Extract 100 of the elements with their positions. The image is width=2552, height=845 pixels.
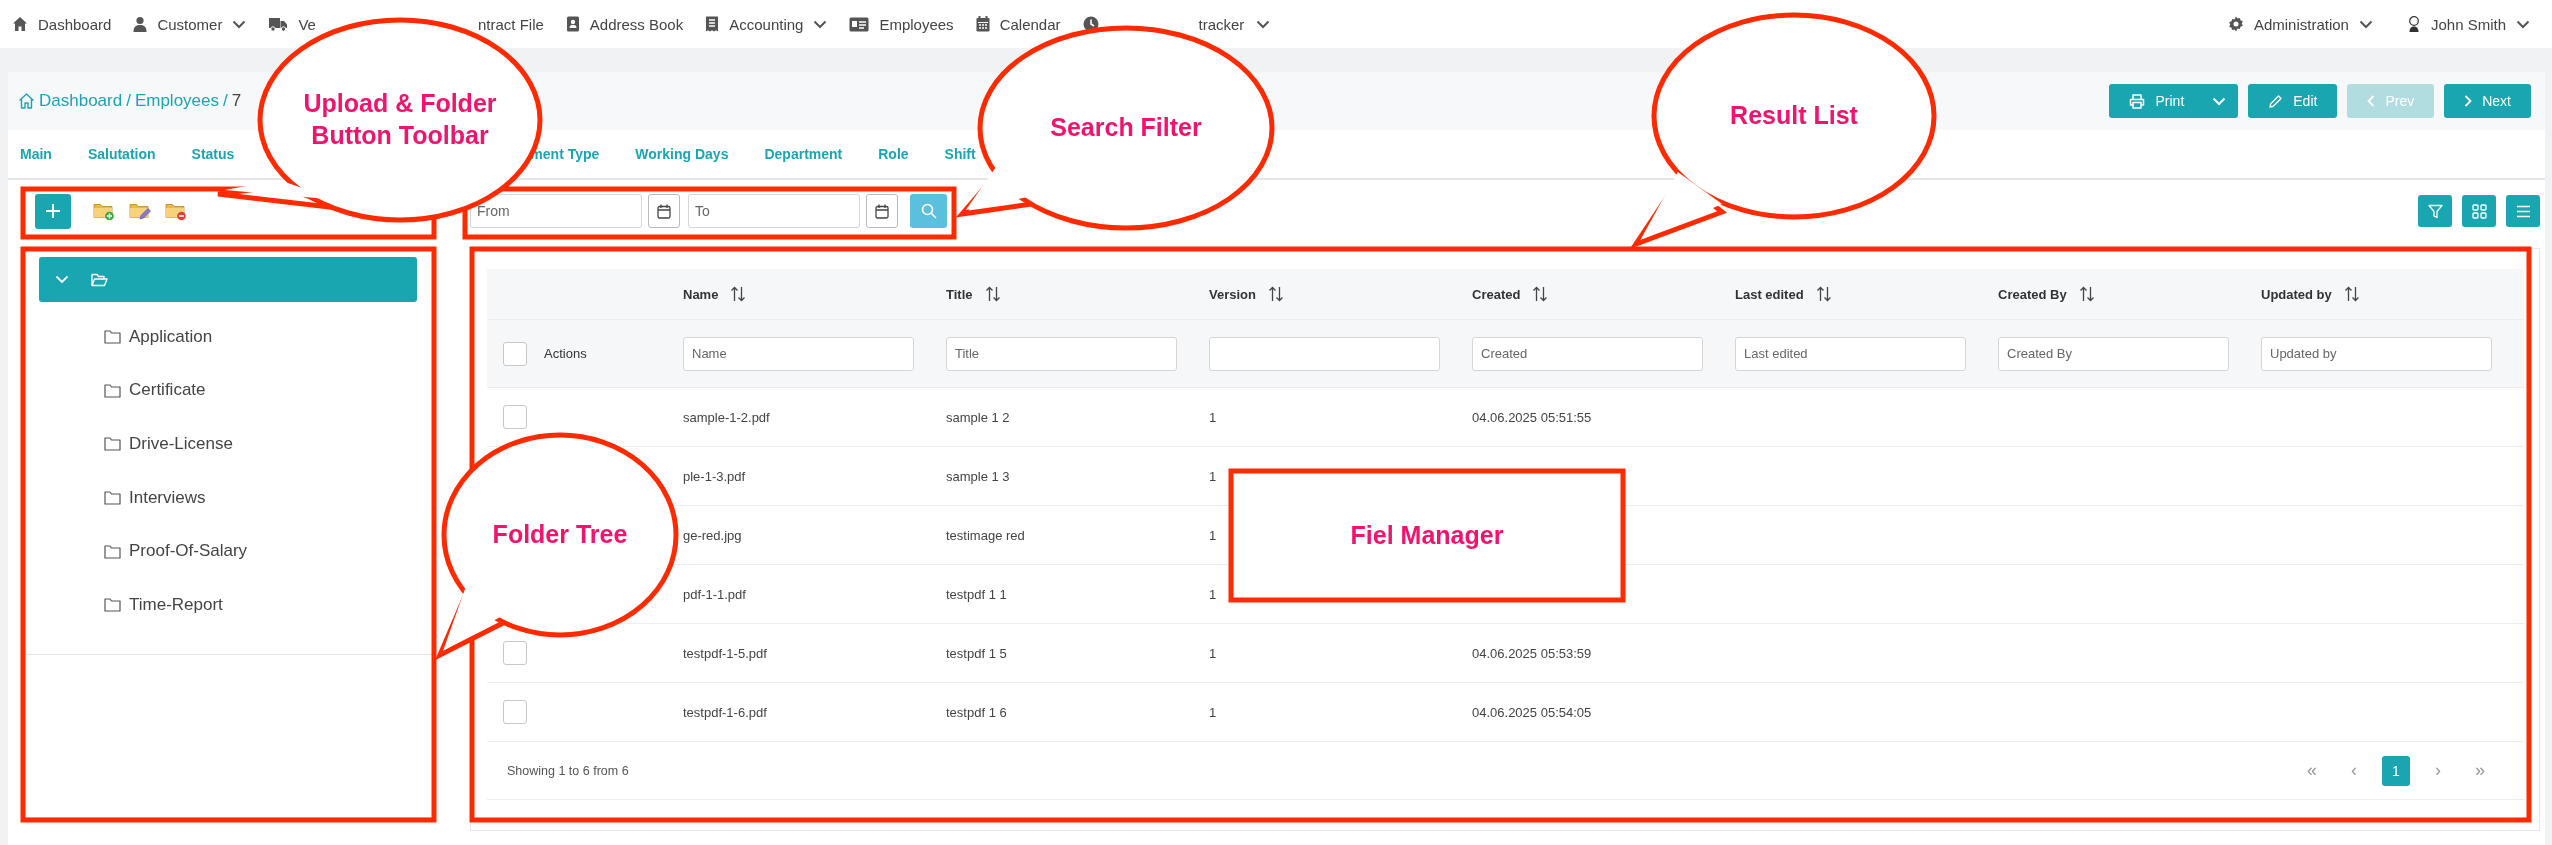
filter-field[interactable] [1209,336,1440,371]
sort-icon[interactable] [2343,286,2360,302]
callout-label: Fiel Manager [1350,520,1504,549]
sort-icon[interactable] [1815,286,1832,302]
folder-delete-icon [165,201,187,221]
select-all-checkbox[interactable] [503,341,527,366]
column-header[interactable]: Created [1472,286,1521,302]
tree-item[interactable]: Certificate [104,363,432,418]
grid-view-button[interactable] [2462,195,2496,227]
breadcrumb-separator: / [126,91,131,111]
sort-icon[interactable] [730,286,747,302]
avatar-icon [2406,16,2421,32]
grid-icon [2471,203,2487,219]
folder-icon [104,382,121,398]
folder-icon [104,597,121,613]
callout-label: Search Filter [1050,113,1202,141]
tree-item[interactable]: Interviews [104,470,432,525]
table-cell: 04.06.2025 05:54:05 [1472,704,1592,720]
folder-add-icon [93,201,115,221]
open-folder-icon [91,272,108,287]
dropdown-toggle[interactable] [2200,84,2239,118]
nav-link[interactable]: Calendar [975,15,1061,33]
nav-link[interactable]: John Smith [2406,15,2530,33]
filter-field[interactable]: Created By [1998,336,2229,371]
chevron-down-icon [55,275,69,284]
filter-field[interactable]: Created [1472,336,1703,371]
calendar-icon [875,203,889,219]
tree-item[interactable]: Time-Report [104,577,432,632]
table-cell: 1 [1209,468,1217,484]
breadcrumb-separator: / [223,91,228,111]
column-header[interactable]: Created By [1998,286,2067,302]
table-cell: 1 [1209,704,1217,720]
sort-icon[interactable] [1532,286,1549,302]
table-cell: ple-1-3.pdf [683,468,746,484]
date-field[interactable]: To [688,194,860,228]
tree-item[interactable]: Proof-Of-Salary [104,524,432,578]
tree-item[interactable]: Drive-License [104,417,432,471]
chevron-down-icon [232,19,247,29]
filter-button[interactable] [2418,195,2452,227]
id-card-icon [849,16,870,32]
table-cell: testimage red [946,527,1025,543]
user-icon [133,16,148,32]
filter-field[interactable]: Last edited [1735,336,1966,371]
folder-icon [104,329,121,345]
calendar-button[interactable] [866,194,898,228]
nav-link[interactable]: Ve [268,15,316,33]
table-cell: 1 [1209,527,1217,543]
table-cell: testpdf 1 5 [946,645,1007,661]
home-icon [18,93,35,109]
date-field[interactable]: From [470,194,642,228]
callout-label: Result List [1730,101,1858,129]
calendar-icon [657,203,671,219]
table-cell: 1 [1209,409,1217,425]
nav-link[interactable]: ntract File [477,15,544,33]
nav-link[interactable]: Customer [133,15,247,33]
filter-icon [2427,203,2443,219]
row-checkbox[interactable] [503,700,527,724]
column-header[interactable]: Last edited [1735,286,1804,302]
table-cell: testpdf 1 1 [946,586,1007,602]
column-header[interactable]: Title [946,286,973,302]
nav-link[interactable]: Administration [2227,15,2373,33]
tree-item[interactable]: Application [104,310,432,364]
result-count: Showing 1 to 6 from 6 [507,763,629,778]
sort-icon[interactable] [1267,286,1284,302]
plus-icon [45,203,61,219]
nav-link[interactable]: Employees [849,15,954,33]
search-button[interactable] [910,194,947,228]
nav-link[interactable]: Accounting [705,15,828,33]
nav-link[interactable]: Address Book [565,15,684,33]
table-cell: pdf-1-1.pdf [683,586,746,602]
filter-field[interactable]: Name [683,336,914,371]
chevron-down-icon [1256,19,1271,29]
sort-icon[interactable] [2078,286,2095,302]
column-header[interactable]: Updated by [2261,286,2332,302]
callout-label: Folder Tree [492,520,628,548]
printer-icon [2129,93,2146,109]
receipt-icon [705,16,720,32]
chevron-down-icon [2212,96,2227,106]
callout-label: Upload & Folder Button Toolbar [303,89,497,149]
sort-icon[interactable] [984,286,1001,302]
filter-field[interactable]: Title [946,336,1177,371]
folder-edit-icon [129,201,151,221]
table-cell: sample 1 2 [946,409,1010,425]
chevron-down-icon [813,19,828,29]
column-header[interactable]: Version [1209,286,1256,302]
filter-field[interactable]: Updated by [2261,336,2492,371]
nav-link[interactable]: Dashboard [12,15,112,33]
row-checkbox[interactable] [503,405,527,429]
folder-icon [104,436,121,452]
row-checkbox[interactable] [503,641,527,665]
calendar-button[interactable] [648,194,680,228]
table-cell: testpdf-1-6.pdf [683,704,767,720]
list-view-button[interactable] [2506,195,2540,227]
search-icon [920,203,937,219]
column-label: Actions [544,346,587,361]
table-cell: 1 [1209,586,1217,602]
add-button[interactable] [35,193,71,229]
table-cell: testpdf 1 6 [946,704,1007,720]
pencil-icon [2268,93,2284,109]
column-header[interactable]: Name [683,286,719,302]
